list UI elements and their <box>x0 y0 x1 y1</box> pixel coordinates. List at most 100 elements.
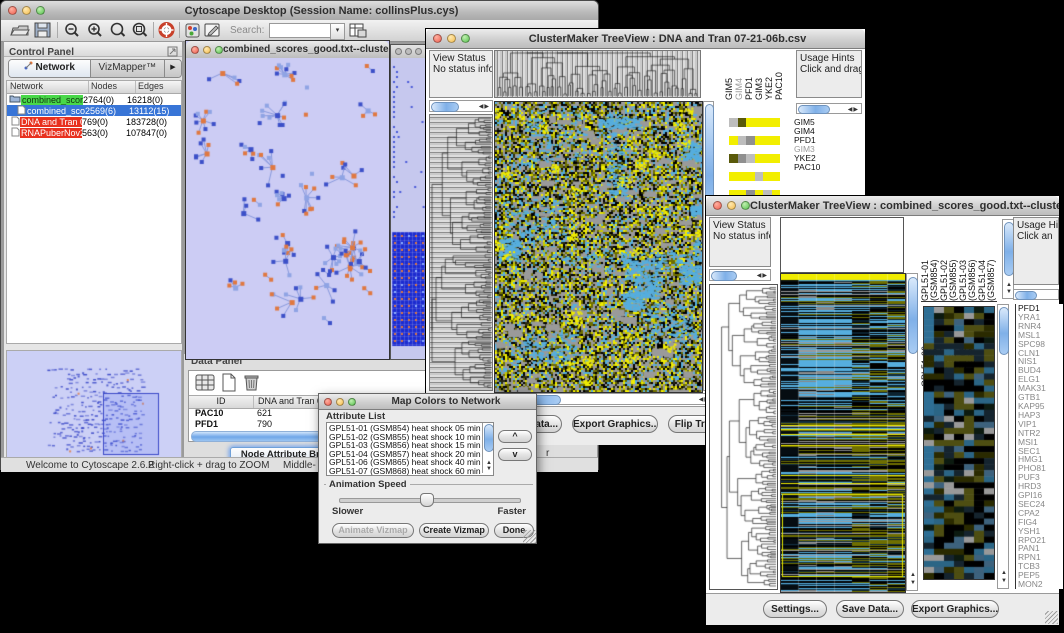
dialog-titlebar[interactable]: Map Colors to Network <box>319 394 536 410</box>
tv2-row-labels: PFD1YRA1RNR4MSL1SPC98CLN1NIS1BUD4ELG1MAK… <box>1015 304 1063 589</box>
tv2-detail-heatmap-canvas[interactable] <box>923 306 995 580</box>
zoom-selected-icon[interactable] <box>131 22 153 40</box>
search-dropdown-button[interactable]: ▾ <box>330 23 345 40</box>
birdseye-panel[interactable] <box>6 350 182 462</box>
annotation-icon[interactable] <box>204 22 226 40</box>
zoom-fit-icon[interactable] <box>109 22 131 40</box>
tv1-row-dendrogram[interactable] <box>429 114 493 391</box>
move-up-button[interactable]: ^ <box>498 430 532 443</box>
zoom-window-icon[interactable] <box>461 34 470 43</box>
tv2-column-dendrogram[interactable] <box>780 217 904 273</box>
tv2-usage-scrollbar[interactable] <box>1013 289 1059 300</box>
network-tree-row[interactable]: combined_sco2569(6)13112(15) <box>7 105 181 116</box>
zoom-in-icon[interactable] <box>86 22 108 40</box>
col-header-network[interactable]: Network <box>7 81 89 93</box>
network-tree: combined_scores2764(0)16218(0)combined_s… <box>7 94 181 138</box>
table-icon[interactable] <box>195 373 216 397</box>
close-icon[interactable] <box>8 6 17 15</box>
help-lifebuoy-icon[interactable] <box>158 22 180 40</box>
tv2-rowlabel-scrollbar[interactable]: ▲▼ <box>997 304 1009 589</box>
close-icon[interactable] <box>395 48 402 55</box>
save-session-icon[interactable] <box>34 22 56 40</box>
open-session-icon[interactable] <box>9 22 31 40</box>
network-tree-row[interactable]: DNA and Tran 07769(0)183728(0) <box>7 116 181 127</box>
network-window-title: combined_scores_good.txt--cluste... <box>223 44 389 55</box>
view-status-label: View Status <box>433 53 489 64</box>
toolbar-separator <box>153 22 154 38</box>
zoom-out-icon[interactable] <box>63 22 85 40</box>
mini-heatmap-cell <box>738 172 747 181</box>
save-data-button[interactable]: Save Data... <box>836 600 904 618</box>
node-count: 2764(0) <box>83 95 127 105</box>
tv1-mini-heatmap[interactable] <box>729 118 780 172</box>
export-graphics-button[interactable]: Export Graphics... <box>572 415 658 433</box>
network-name: RNAPuberNov2+ <box>20 128 82 138</box>
attribute-list-label: Attribute List <box>326 411 385 422</box>
attribute-table-icon[interactable] <box>349 22 371 40</box>
create-vizmap-button[interactable]: Create Vizmap <box>419 523 489 538</box>
tv2-row-dendrogram[interactable] <box>709 284 778 590</box>
minimize-icon[interactable] <box>203 46 211 54</box>
network-canvas[interactable] <box>186 58 389 359</box>
minimize-icon[interactable] <box>336 398 344 406</box>
mini-heatmap-cell <box>746 136 755 145</box>
mini-heatmap-cell <box>763 172 772 181</box>
column-label: PFD1 <box>745 50 754 100</box>
resize-grip[interactable] <box>523 530 536 543</box>
minimize-icon[interactable] <box>405 48 412 55</box>
tv2-status-scrollbar[interactable]: ◀▶ <box>709 269 771 281</box>
folder-icon <box>7 94 21 105</box>
tv1-heatmap-canvas[interactable] <box>494 101 703 393</box>
search-input[interactable] <box>269 23 331 38</box>
treeview1-titlebar[interactable]: ClusterMaker TreeView : DNA and Tran 07-… <box>426 29 865 49</box>
network-tree-row[interactable]: combined_scores2764(0)16218(0) <box>7 94 181 105</box>
column-label: GIM5 <box>725 50 734 100</box>
zoom-window-icon[interactable] <box>215 46 223 54</box>
minimize-icon[interactable] <box>727 201 736 210</box>
zoom-window-icon[interactable] <box>741 201 750 210</box>
tv2-button-bar: Settings... Save Data... Export Graphics… <box>706 593 1059 625</box>
tab-network[interactable]: Network <box>9 60 91 77</box>
tv1-usage-scrollbar[interactable]: ◀▶ <box>796 103 862 114</box>
tv1-column-dendrogram[interactable] <box>494 50 701 98</box>
close-icon[interactable] <box>713 201 722 210</box>
tv2-heatmap-canvas[interactable] <box>780 273 906 593</box>
tv1-status-scrollbar[interactable]: ◀▶ <box>429 100 493 112</box>
cell-value: 621 <box>253 408 272 419</box>
tab-vizmapper[interactable]: VizMapper™ <box>91 60 165 77</box>
birdseye-canvas[interactable] <box>7 351 181 461</box>
attribute-listbox[interactable]: GPL51-01 (GSM854) heat shock 05 minGPL51… <box>326 422 494 476</box>
close-icon[interactable] <box>324 398 332 406</box>
mini-heatmap-cell <box>772 136 781 145</box>
zoom-window-icon[interactable] <box>36 6 45 15</box>
col-header-edges[interactable]: Edges <box>136 81 181 93</box>
control-panel-title: Control Panel <box>9 47 74 58</box>
col-header-nodes[interactable]: Nodes <box>89 81 136 93</box>
animation-speed-slider-thumb[interactable] <box>420 493 434 507</box>
zoom-window-icon[interactable] <box>415 48 422 55</box>
zoom-window-icon[interactable] <box>348 398 356 406</box>
network-window-titlebar[interactable]: combined_scores_good.txt--cluste... <box>186 41 389 59</box>
tab-overflow-arrow[interactable]: ▶ <box>165 60 181 77</box>
network-tree-row[interactable]: RNAPuberNov2+563(0)107847(0) <box>7 127 181 138</box>
new-document-icon[interactable] <box>221 373 238 397</box>
treeview2-titlebar[interactable]: ClusterMaker TreeView : combined_scores_… <box>706 196 1059 216</box>
trash-icon[interactable] <box>243 373 260 397</box>
datapanel-col-id[interactable]: ID <box>189 396 254 408</box>
minimize-icon[interactable] <box>22 6 31 15</box>
gene-label: MON2 <box>1018 580 1063 589</box>
animate-vizmap-button[interactable]: Animate Vizmap <box>332 523 414 538</box>
close-icon[interactable] <box>191 46 199 54</box>
window-controls[interactable] <box>8 6 45 15</box>
status-pan-hint: Middle- <box>283 460 316 471</box>
desktop-titlebar[interactable]: Cytoscape Desktop (Session Name: collins… <box>1 1 598 21</box>
minimize-icon[interactable] <box>447 34 456 43</box>
toolbar-separator <box>179 22 180 38</box>
tv2-heatmap-vscrollbar[interactable]: ▲▼ <box>906 273 918 591</box>
settings-button[interactable]: Settings... <box>763 600 827 618</box>
attribute-list-scrollbar[interactable]: ▲▼ <box>482 423 493 473</box>
move-down-button[interactable]: v <box>498 448 532 461</box>
resize-grip[interactable] <box>1045 611 1058 624</box>
close-icon[interactable] <box>433 34 442 43</box>
export-graphics-button[interactable]: Export Graphics... <box>911 600 999 618</box>
